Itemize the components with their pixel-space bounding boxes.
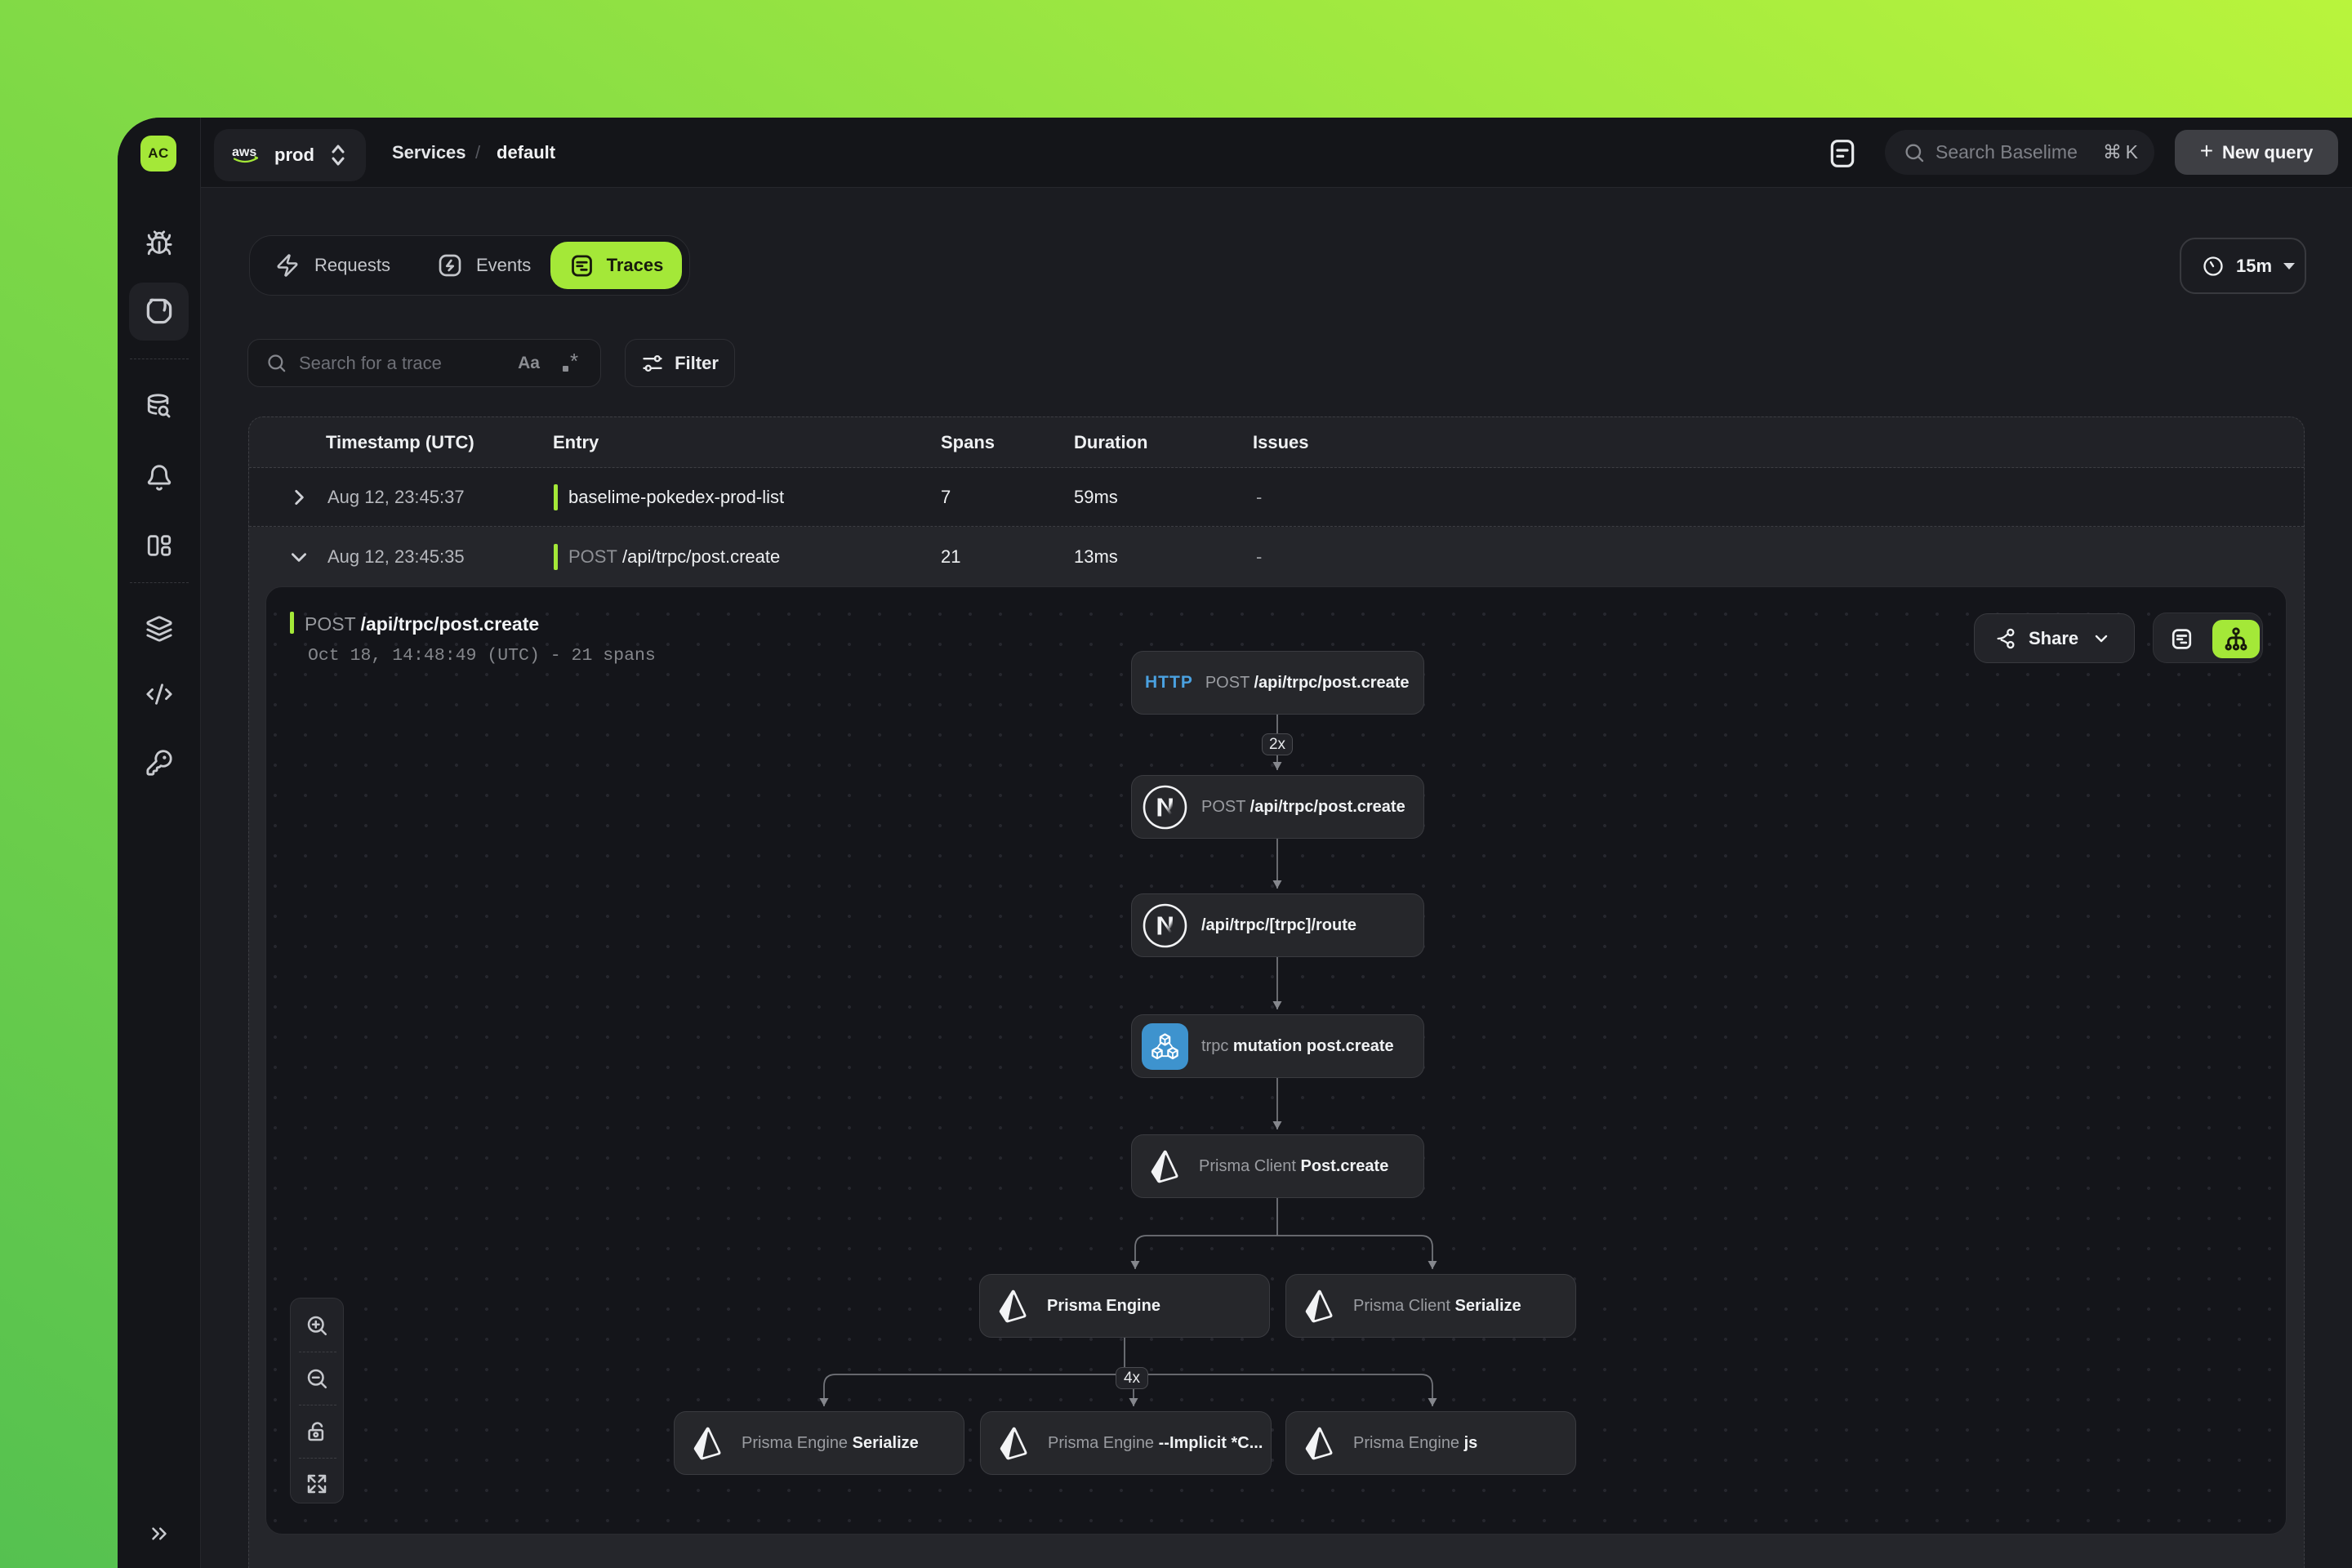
svg-text:aws: aws bbox=[232, 145, 256, 159]
svg-text:*: * bbox=[570, 352, 578, 373]
